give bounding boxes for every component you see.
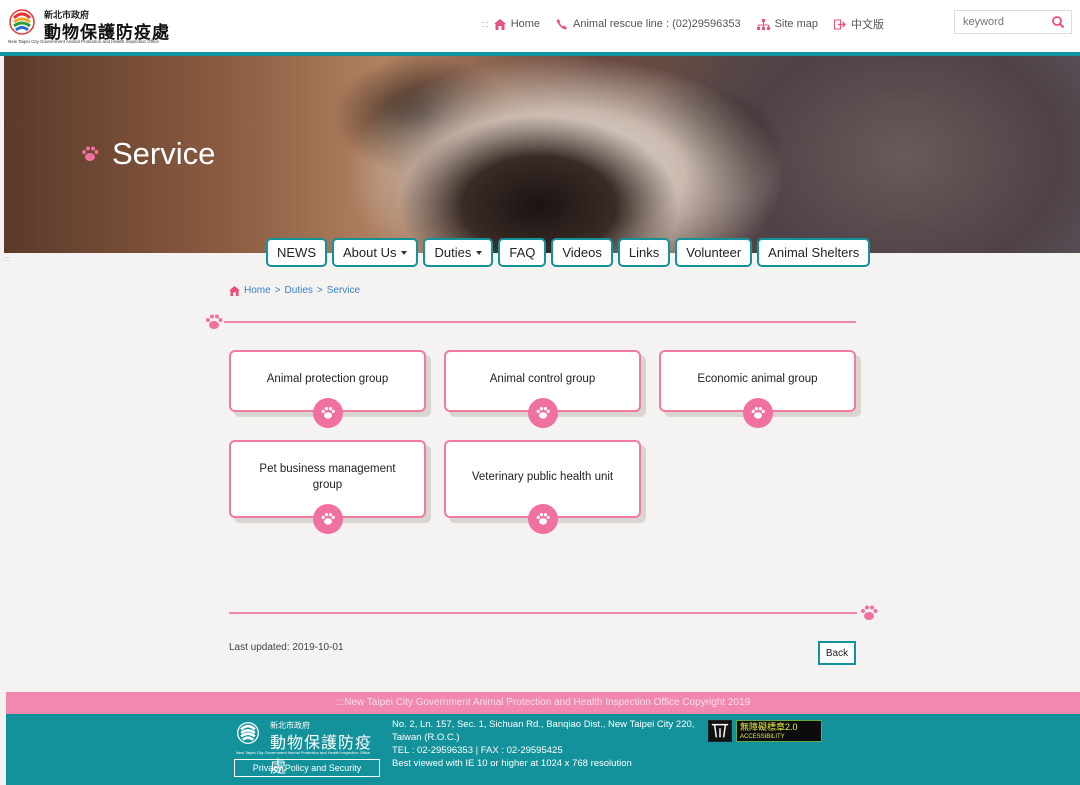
breadcrumb-separator: > <box>316 285 323 296</box>
hero-banner: Service <box>4 56 1080 253</box>
site-footer: 新北市政府 動物保護防疫處 New Taipei City Government… <box>6 714 1080 785</box>
last-updated: Last updated: 2019-10-01 <box>229 642 344 653</box>
top-links: ::: Home Animal rescue line : (02)295963… <box>481 16 884 32</box>
breadcrumb-current[interactable]: Service <box>327 285 360 296</box>
home-icon <box>229 285 240 296</box>
accessibility-badge-sub: ACCESSIBILITY <box>740 734 785 740</box>
home-icon <box>493 18 506 30</box>
nav-animal-shelters[interactable]: Animal Shelters <box>757 238 871 267</box>
paw-badge-icon <box>527 504 558 534</box>
logo-emblem-icon <box>237 722 259 744</box>
breadcrumb-duties[interactable]: Duties <box>285 285 313 296</box>
accesskey-marker: ::: <box>481 19 489 29</box>
home-link[interactable]: ::: Home <box>481 18 540 30</box>
service-card-economic-animal[interactable]: Economic animal group <box>659 350 856 428</box>
nav-duties-label: Duties <box>434 245 472 260</box>
nav-animal-shelters-label: Animal Shelters <box>768 245 860 260</box>
search-icon[interactable] <box>1051 15 1065 29</box>
caret-down-icon <box>476 250 483 255</box>
back-button[interactable]: Back <box>818 641 856 665</box>
logo-english: New Taipei City Government Animal Protec… <box>8 39 159 44</box>
section-divider-bottom <box>229 612 857 614</box>
nav-links[interactable]: Links <box>617 238 671 267</box>
sitemap-label: Site map <box>774 18 818 30</box>
nav-about-us[interactable]: About Us <box>332 238 419 267</box>
footer-phone: TEL : 02-29596353 | FAX : 02-29595425 <box>392 745 563 756</box>
nav-volunteer-label: Volunteer <box>686 245 742 260</box>
nav-news[interactable]: NEWS <box>266 238 327 267</box>
paw-badge-icon <box>312 398 343 428</box>
footer-logo: 新北市政府 動物保護防疫處 New Taipei City Government… <box>236 719 381 776</box>
nav-volunteer[interactable]: Volunteer <box>675 238 753 267</box>
service-card-animal-control[interactable]: Animal control group <box>444 350 641 428</box>
service-card-label: Veterinary public health unit <box>471 471 614 483</box>
privacy-policy-button[interactable]: Privacy Policy and Security <box>234 759 380 777</box>
accessibility-badge-title: 無障礙標章2.0 <box>740 722 798 732</box>
nav-faq-label: FAQ <box>509 245 536 260</box>
service-card-label: Animal control group <box>489 373 596 385</box>
language-switch-icon <box>834 19 846 29</box>
footer-logo-english: New Taipei City Government Animal Protec… <box>236 750 371 755</box>
breadcrumb-separator: > <box>274 285 281 296</box>
language-label: 中文版 <box>851 19 884 31</box>
phone-icon <box>556 19 568 30</box>
main-nav: NEWS About Us Duties FAQ Videos Links Vo… <box>266 238 871 267</box>
caret-down-icon <box>401 250 408 255</box>
section-divider-top <box>224 321 856 323</box>
nav-news-label: NEWS <box>277 245 316 260</box>
nav-videos[interactable]: Videos <box>551 238 613 267</box>
page-title: Service <box>80 136 215 172</box>
paw-icon <box>82 146 99 161</box>
footer-copyright: :::New Taipei City Government Animal Pro… <box>6 692 1080 714</box>
rescue-line-link[interactable]: Animal rescue line : (02)29596353 <box>556 18 741 30</box>
nav-videos-label: Videos <box>562 245 602 260</box>
page-title-text: Service <box>112 136 216 171</box>
paw-icon <box>861 605 878 620</box>
site-header: 新北市政府 動物保護防疫處 New Taipei City Government… <box>0 0 1080 52</box>
footer-address-line2: Taiwan (R.O.C.) <box>392 732 460 743</box>
service-card-veterinary[interactable]: Veterinary public health unit <box>444 440 641 534</box>
paw-badge-icon <box>312 504 343 534</box>
footer-contact: No. 2, Ln. 157, Sec. 1, Sichuan Rd., Ban… <box>392 718 694 770</box>
search-input[interactable] <box>955 11 1047 33</box>
logo-emblem-icon <box>9 9 35 35</box>
nav-duties[interactable]: Duties <box>423 238 494 267</box>
search-box <box>954 10 1072 34</box>
service-card-animal-protection[interactable]: Animal protection group <box>229 350 426 428</box>
service-card-label: Animal protection group <box>266 373 389 385</box>
footer-address-line1: No. 2, Ln. 157, Sec. 1, Sichuan Rd., Ban… <box>392 719 695 730</box>
rescue-line-label: Animal rescue line : (02)29596353 <box>573 18 741 30</box>
nav-links-label: Links <box>628 245 660 260</box>
gov-badge-icon[interactable] <box>708 720 732 742</box>
paw-badge-icon <box>527 398 558 428</box>
paw-badge-icon <box>742 398 773 428</box>
paw-icon <box>206 314 223 329</box>
content-accesskey-marker: ::: <box>4 256 10 263</box>
footer-browser-note: Best viewed with IE 10 or higher at 1024… <box>392 758 632 769</box>
sitemap-icon <box>756 18 770 30</box>
accessibility-badge[interactable]: 無障礙標章2.0 ACCESSIBILITY <box>736 720 822 742</box>
nav-faq[interactable]: FAQ <box>498 238 547 267</box>
language-link[interactable]: 中文版 <box>834 16 884 32</box>
sitemap-link[interactable]: Site map <box>756 18 818 30</box>
service-card-label: Pet business management group <box>259 463 396 491</box>
nav-about-us-label: About Us <box>343 245 397 260</box>
service-card-label: Economic animal group <box>697 373 818 385</box>
site-logo[interactable]: 新北市政府 動物保護防疫處 New Taipei City Government… <box>8 6 178 46</box>
breadcrumb: Home > Duties > Service <box>229 285 360 296</box>
breadcrumb-home[interactable]: Home <box>244 285 271 296</box>
home-link-label: Home <box>510 18 541 30</box>
service-card-pet-business[interactable]: Pet business management group <box>229 440 426 534</box>
